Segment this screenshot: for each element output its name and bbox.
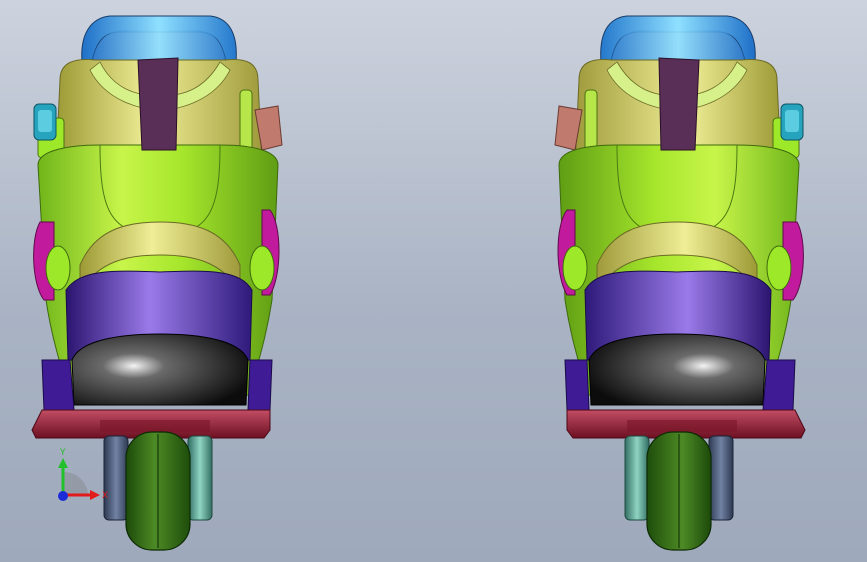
triad-x-label: X xyxy=(102,491,108,501)
graphics-viewport[interactable]: Y X xyxy=(0,0,867,562)
model-canvas[interactable]: Y X xyxy=(0,0,867,562)
triad-y-label: Y xyxy=(59,448,66,458)
right-skate-model[interactable] xyxy=(554,15,806,551)
left-skate-model[interactable] xyxy=(31,15,283,551)
coordinate-triad: Y X xyxy=(58,448,108,501)
